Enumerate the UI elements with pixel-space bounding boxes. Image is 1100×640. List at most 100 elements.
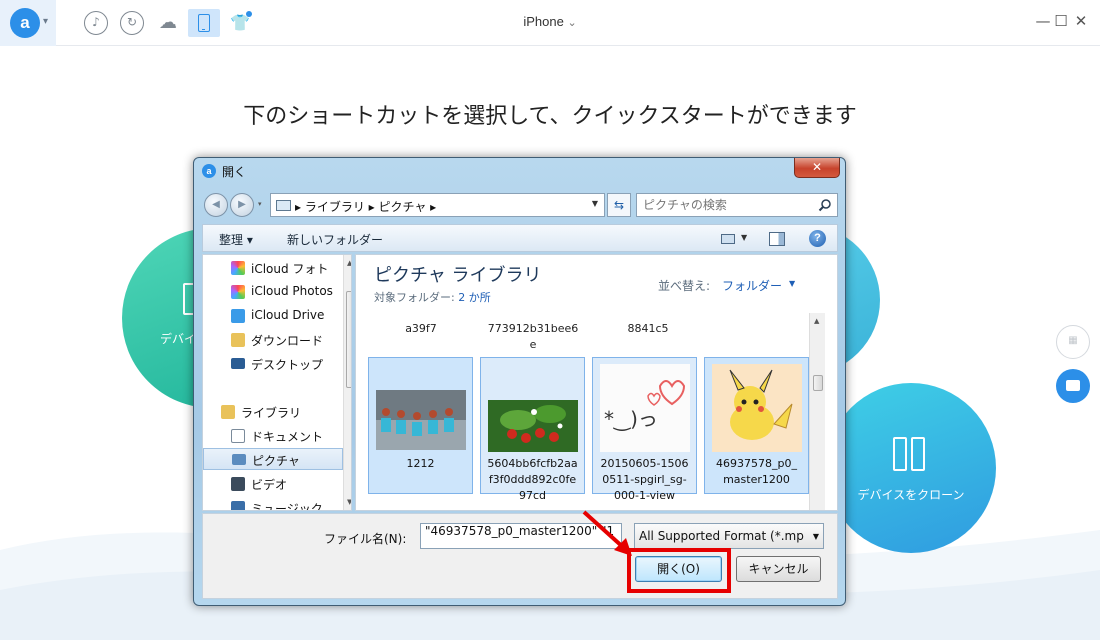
- new-folder-button[interactable]: 新しいフォルダー: [287, 231, 383, 248]
- recent-locations-dropdown[interactable]: ▾: [258, 200, 262, 208]
- scroll-thumb[interactable]: [346, 291, 351, 388]
- scroll-up-icon[interactable]: ▲: [347, 259, 351, 267]
- device-tab[interactable]: [188, 9, 220, 37]
- app-logo-button[interactable]: a ▾: [0, 0, 56, 46]
- file-item-partial[interactable]: 773912b31bee6 e: [478, 321, 588, 353]
- pictures-icon: [232, 454, 246, 465]
- library-icon: [221, 405, 235, 419]
- nav-item-library[interactable]: ライブラリ: [221, 401, 341, 423]
- file-type-select[interactable]: All Supported Format (*.mp ▼: [634, 523, 824, 549]
- file-tile-20150605[interactable]: *‿)っ 20150605-1506 0511-spgirl_sg- 000-1…: [592, 357, 697, 502]
- search-input[interactable]: [643, 197, 813, 213]
- app-logo-icon: a: [10, 8, 40, 38]
- library-subtitle: 対象フォルダー: 2 か所: [374, 291, 491, 304]
- search-box[interactable]: [636, 193, 838, 217]
- image-thumbnail: [488, 400, 578, 452]
- cancel-button[interactable]: キャンセル: [736, 556, 821, 582]
- chevron-down-icon[interactable]: ▼: [741, 233, 747, 242]
- nav-item-videos[interactable]: ビデオ: [231, 473, 341, 495]
- file-list-scrollbar[interactable]: ▲: [809, 313, 825, 510]
- grid-view-icon[interactable]: ▦: [1056, 325, 1090, 359]
- nav-item-pictures[interactable]: ピクチャ: [203, 448, 343, 470]
- open-button[interactable]: 開く(O): [635, 556, 722, 582]
- video-icon: [231, 477, 245, 491]
- file-tile-1212[interactable]: 1212: [368, 357, 473, 494]
- dialog-close-button[interactable]: ✕: [794, 158, 840, 178]
- chevron-down-icon[interactable]: ▼: [592, 199, 598, 208]
- chevron-down-icon[interactable]: ▼: [789, 279, 795, 288]
- nav-scrollbar[interactable]: ▲ ▼: [343, 255, 351, 510]
- restore-icon[interactable]: ↻: [120, 11, 144, 35]
- download-icon: [231, 333, 245, 347]
- scroll-up-icon[interactable]: ▲: [814, 317, 819, 325]
- file-caption: 46937578_p0_ master1200: [716, 457, 797, 486]
- file-caption: 1212: [406, 457, 435, 470]
- close-button[interactable]: ✕: [1072, 12, 1090, 30]
- address-bar[interactable]: ▸ ライブラリ ▸ ピクチャ ▸ ▼: [270, 193, 605, 217]
- app-logo-icon: a: [202, 164, 216, 178]
- device-icon: [198, 14, 210, 32]
- document-icon: [231, 429, 245, 443]
- device-title: iPhone: [523, 14, 564, 29]
- address-breadcrumb: ▸ ライブラリ ▸ ピクチャ ▸: [295, 200, 437, 214]
- help-icon[interactable]: ?: [809, 230, 826, 247]
- icloud-photos-icon: [231, 285, 245, 299]
- forward-button[interactable]: ▶: [230, 193, 254, 217]
- sort-by-dropdown[interactable]: フォルダー: [722, 277, 782, 294]
- chevron-down-icon: ▼: [812, 532, 819, 541]
- folder-icon: [276, 200, 291, 211]
- scroll-thumb[interactable]: [813, 375, 823, 391]
- file-caption: 20150605-1506 0511-spgirl_sg- 000-1-view: [600, 457, 689, 502]
- file-tile-5604bb6[interactable]: 5604bb6fcfb2aa f3f0ddd892c0fe 97cd: [480, 357, 585, 502]
- clone-device-icon: [893, 437, 927, 473]
- dialog-title: 開く: [222, 165, 247, 179]
- desktop-icon: [231, 358, 245, 369]
- organize-menu[interactable]: 整理 ▾: [219, 231, 253, 248]
- file-tile-46937578[interactable]: 46937578_p0_ master1200: [704, 357, 809, 494]
- nav-item-music[interactable]: ミュージック: [231, 497, 341, 510]
- icloud-photos-icon: [231, 261, 245, 275]
- search-icon[interactable]: [818, 198, 832, 212]
- minimize-button[interactable]: —: [1034, 12, 1052, 30]
- nav-item-icloud-drive[interactable]: iCloud Drive: [231, 305, 341, 327]
- command-bar: 整理 ▾ 新しいフォルダー ▼ ?: [202, 224, 838, 252]
- cloud-icon[interactable]: ☁: [156, 11, 180, 35]
- file-item-partial[interactable]: a39f7: [376, 321, 466, 337]
- music-icon: [231, 501, 245, 510]
- open-file-dialog: a 開く ✕ ◀ ▶ ▾ ▸ ライブラリ ▸ ピクチャ ▸ ▼ ⇆ 整理 ▾ 新…: [193, 157, 846, 606]
- shortcut-device-label: デバイ: [160, 332, 197, 346]
- change-view-icon[interactable]: [721, 234, 735, 244]
- nav-item-icloud-photos-jp[interactable]: iCloud フォト: [231, 257, 341, 279]
- app-toolbar: a ▾ ♪ ↻ ☁ 👕 iPhone ⌄ — ☐ ✕: [0, 0, 1100, 46]
- nav-item-documents[interactable]: ドキュメント: [231, 425, 341, 447]
- filename-label: ファイル名(N):: [324, 532, 407, 546]
- sort-label: 並べ替え:: [658, 279, 711, 293]
- file-list-pane: ピクチャ ライブラリ 対象フォルダー: 2 か所 並べ替え: フォルダー ▼ a…: [355, 254, 838, 511]
- device-selector[interactable]: iPhone ⌄: [500, 14, 600, 29]
- preview-pane-icon[interactable]: [769, 232, 785, 246]
- library-locations-link[interactable]: 2 か所: [458, 291, 491, 304]
- nav-item-desktop[interactable]: デスクトップ: [231, 353, 341, 375]
- file-type-value: All Supported Format (*.mp: [639, 529, 804, 543]
- shortcut-clone-label: デバイスをクローン: [857, 488, 965, 502]
- icloud-drive-icon: [231, 309, 245, 323]
- file-caption: 5604bb6fcfb2aa f3f0ddd892c0fe 97cd: [487, 457, 578, 502]
- toolbox-icon[interactable]: [1056, 369, 1090, 403]
- music-icon[interactable]: ♪: [84, 11, 108, 35]
- maximize-button[interactable]: ☐: [1052, 12, 1070, 30]
- image-thumbnail: *‿)っ: [600, 364, 690, 452]
- svg-text:*‿)っ: *‿)っ: [604, 407, 658, 431]
- image-thumbnail: [712, 364, 802, 452]
- refresh-button[interactable]: ⇆: [607, 193, 631, 217]
- back-button[interactable]: ◀: [204, 193, 228, 217]
- notification-dot: [246, 11, 252, 17]
- nav-item-icloud-photos[interactable]: iCloud Photos: [231, 281, 341, 303]
- scroll-down-icon[interactable]: ▼: [347, 498, 351, 506]
- filename-field[interactable]: "46937578_p0_master1200" "1: [420, 523, 622, 549]
- chevron-down-icon: ▾: [43, 16, 49, 27]
- image-thumbnail: [376, 390, 466, 450]
- file-item-partial[interactable]: 8841c5: [598, 321, 698, 337]
- page-headline: 下のショートカットを選択して、クイックスタートができます: [243, 104, 857, 129]
- chevron-down-icon: ⌄: [567, 17, 577, 29]
- nav-item-downloads[interactable]: ダウンロード: [231, 329, 341, 351]
